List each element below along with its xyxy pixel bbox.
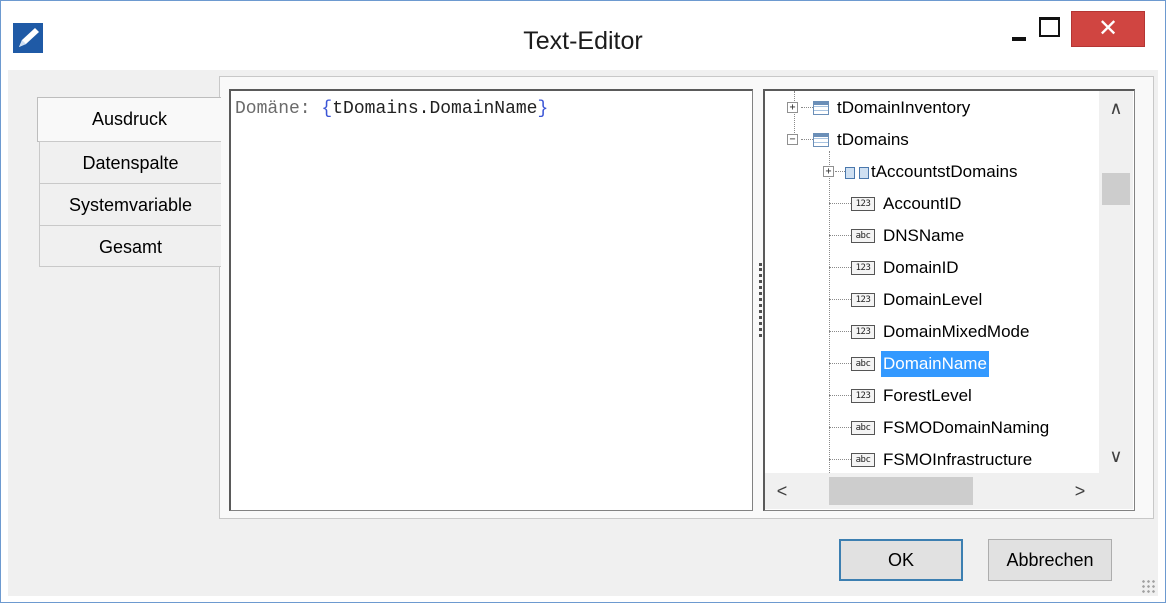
tree-item-label: tDomains <box>837 130 909 149</box>
text-editor-window: Text-Editor ✕ Ausdruck Datenspalte Syste… <box>0 0 1166 603</box>
text-type-icon: abc <box>851 421 875 435</box>
editor-line: Domäne: {tDomains.DomainName} <box>235 99 548 119</box>
tree-item-domainname[interactable]: abc DomainName <box>765 351 1105 377</box>
scrollbar-corner <box>1099 473 1133 509</box>
tree-item-dnsname[interactable]: abc DNSName <box>765 223 1105 249</box>
tree-item-label: DomainLevel <box>883 290 983 309</box>
editor-open-brace: { <box>321 99 333 119</box>
tree-item-forestlevel[interactable]: 123 ForestLevel <box>765 383 1105 409</box>
number-type-icon: 123 <box>851 261 875 275</box>
tree-item-label: tAccountstDomains <box>871 162 1018 181</box>
scroll-up-icon[interactable]: ∧ <box>1099 93 1133 123</box>
table-icon <box>813 133 829 147</box>
tab-ausdruck[interactable]: Ausdruck <box>37 97 221 142</box>
tab-gesamt[interactable]: Gesamt <box>39 225 221 267</box>
expression-editor[interactable]: Domäne: {tDomains.DomainName} <box>229 89 753 511</box>
tree-item-fsmoinfrastructure[interactable]: abc FSMOInfrastructure <box>765 447 1105 473</box>
scroll-down-icon[interactable]: ∨ <box>1099 441 1133 471</box>
tree-item-fsmodomainnaming[interactable]: abc FSMODomainNaming <box>765 415 1105 441</box>
text-type-icon: abc <box>851 229 875 243</box>
number-type-icon: 123 <box>851 197 875 211</box>
horizontal-scrollbar[interactable]: < > <box>765 473 1099 509</box>
vertical-scroll-thumb[interactable] <box>1102 173 1130 205</box>
tab-systemvariable[interactable]: Systemvariable <box>39 183 221 226</box>
window-title: Text-Editor <box>523 27 643 55</box>
expand-plus-icon[interactable]: + <box>823 166 834 177</box>
relation-icon <box>845 165 869 179</box>
editor-prefix-text: Domäne: <box>235 99 322 119</box>
table-icon <box>813 101 829 115</box>
scroll-left-icon[interactable]: < <box>767 473 797 509</box>
collapse-minus-icon[interactable]: − <box>787 134 798 145</box>
editor-close-brace: } <box>537 99 549 119</box>
maximize-button[interactable] <box>1029 13 1069 43</box>
tree-item-accountid[interactable]: 123 AccountID <box>765 191 1105 217</box>
tree-item-tdomains[interactable]: − tDomains <box>765 127 1105 153</box>
tree-item-tdomaininventory[interactable]: + tDomainInventory <box>765 95 1105 121</box>
ok-button[interactable]: OK <box>839 539 963 581</box>
tree-item-label: ForestLevel <box>883 386 972 405</box>
tree-item-domainmixedmode[interactable]: 123 DomainMixedMode <box>765 319 1105 345</box>
tree-item-label: DNSName <box>883 226 965 245</box>
cancel-button[interactable]: Abbrechen <box>988 539 1112 581</box>
close-button[interactable]: ✕ <box>1071 11 1145 47</box>
tree-item-label: DomainMixedMode <box>883 322 1030 341</box>
tree-item-label-selected: DomainName <box>881 351 989 377</box>
text-type-icon: abc <box>851 357 875 371</box>
tree-item-domainid[interactable]: 123 DomainID <box>765 255 1105 281</box>
tree-item-label: DomainID <box>883 258 959 277</box>
tab-datenspalte[interactable]: Datenspalte <box>39 141 221 184</box>
number-type-icon: 123 <box>851 293 875 307</box>
expand-plus-icon[interactable]: + <box>787 102 798 113</box>
editor-expression-text: tDomains.DomainName <box>332 99 538 119</box>
title-bar[interactable]: Text-Editor ✕ <box>1 1 1165 69</box>
vertical-scrollbar[interactable]: ∧ ∨ <box>1099 91 1133 473</box>
horizontal-scroll-thumb[interactable] <box>829 477 973 505</box>
number-type-icon: 123 <box>851 389 875 403</box>
tree-item-taccountstdomains[interactable]: + tAccountstDomains <box>765 159 1105 185</box>
close-icon: ✕ <box>1097 14 1119 42</box>
field-tree[interactable]: + tDomainInventory − tDomains + tAccount… <box>763 89 1135 511</box>
resize-grip-icon[interactable] <box>1141 579 1157 595</box>
tree-item-label: tDomainInventory <box>837 98 971 117</box>
tree-item-label: FSMODomainNaming <box>883 418 1050 437</box>
text-type-icon: abc <box>851 453 875 467</box>
tree-item-label: AccountID <box>883 194 962 213</box>
tree-item-label: FSMOInfrastructure <box>883 450 1033 469</box>
tree-item-domainlevel[interactable]: 123 DomainLevel <box>765 287 1105 313</box>
number-type-icon: 123 <box>851 325 875 339</box>
scroll-right-icon[interactable]: > <box>1065 473 1095 509</box>
